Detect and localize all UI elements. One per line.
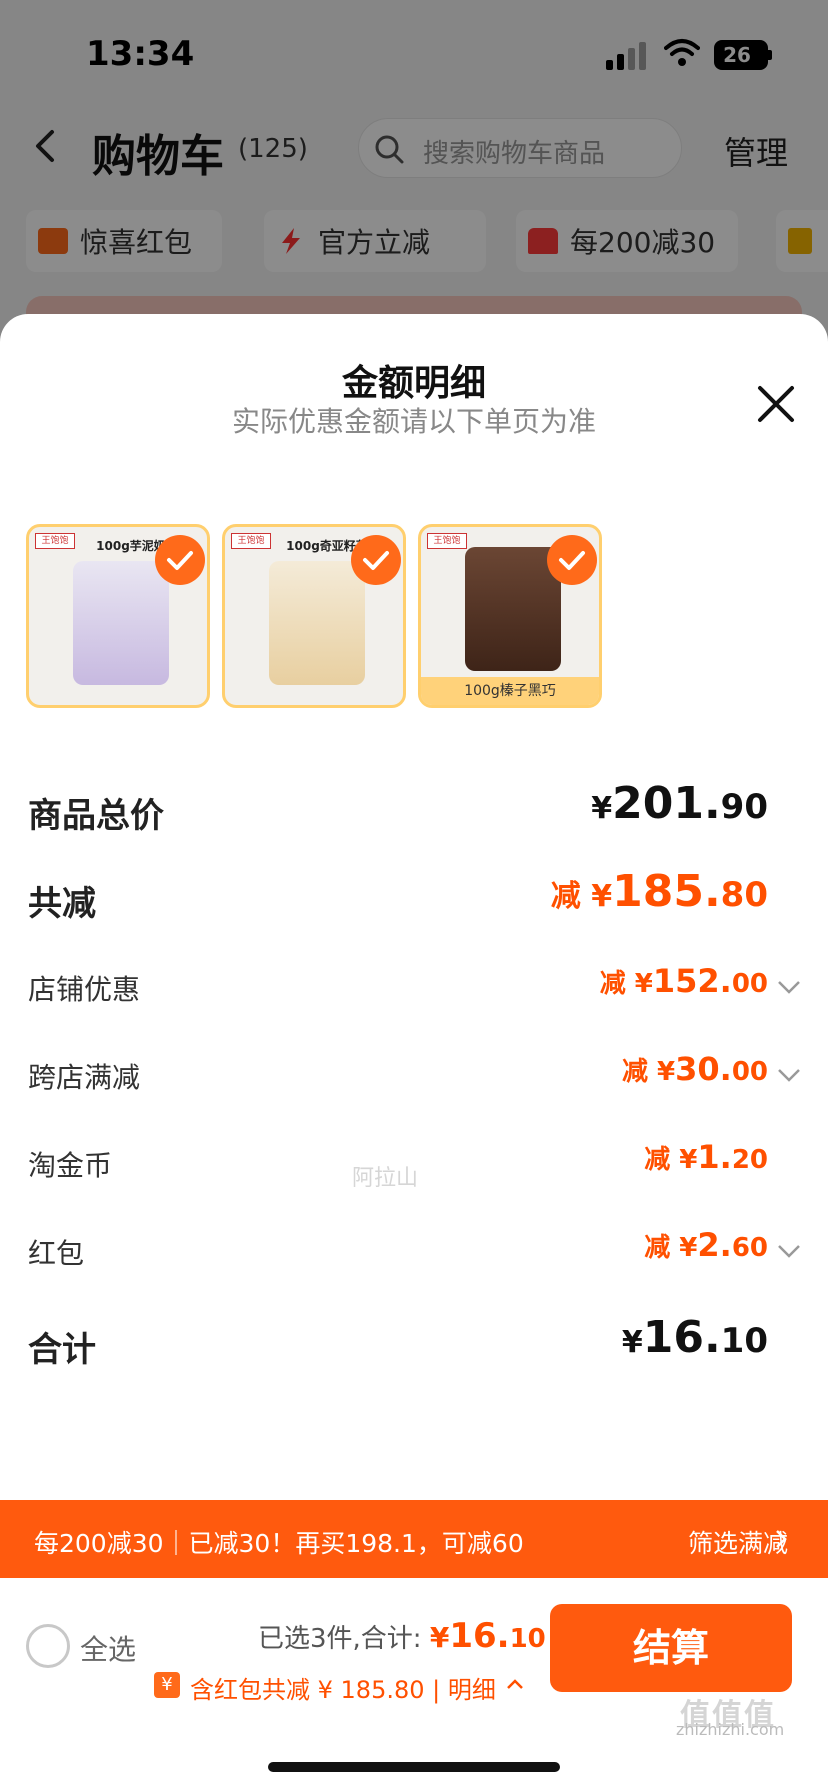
brand-logo: 王饱饱: [427, 533, 467, 549]
brand-logo: 王饱饱: [231, 533, 271, 549]
check-icon[interactable]: [351, 535, 401, 585]
discount-prefix: 减: [644, 1145, 680, 1175]
select-all-radio[interactable]: [26, 1624, 70, 1668]
currency-symbol: ¥: [679, 1233, 698, 1263]
product-thumbnail[interactable]: 王饱饱 100g榛子黑巧: [418, 524, 602, 708]
promo-bar[interactable]: 每200减30｜已减30！再买198.1，可减60 筛选满减: [0, 1500, 828, 1578]
currency-symbol: ¥: [679, 1145, 698, 1175]
row-value-total-discount: 减 ¥185.80: [551, 866, 768, 917]
product-thumbnail[interactable]: 王饱饱 100g芋泥奶茶: [26, 524, 210, 708]
amount-decimal: 60: [731, 1233, 768, 1263]
row-label-store-discount: 店铺优惠: [28, 973, 141, 1006]
filter-full-discount-link[interactable]: 筛选满减: [688, 1524, 788, 1560]
chevron-up-icon[interactable]: [506, 1678, 524, 1690]
row-label-cross-store-discount: 跨店满减: [28, 1061, 141, 1094]
sheet-title: 金额明细: [341, 363, 486, 404]
amount-detail-sheet: 金额明细 实际优惠金额请以下单页为准 王饱饱 100g芋泥奶茶 王饱饱 100g…: [0, 314, 828, 1500]
product-caption: 100g榛子黑巧: [421, 677, 599, 705]
chevron-down-icon[interactable]: [776, 978, 802, 996]
row-label-taojinbi: 淘金币: [28, 1149, 113, 1182]
discount-prefix: 减: [644, 1233, 680, 1263]
redpacket-icon: ¥: [154, 1672, 180, 1698]
home-indicator[interactable]: [268, 1762, 560, 1772]
row-value-total-price: ¥201.90: [591, 778, 768, 829]
amount-integer: 185.: [612, 866, 721, 917]
amount-integer: 152.: [652, 962, 732, 1000]
discount-prefix: 减: [550, 879, 592, 914]
product-thumbnail[interactable]: 王饱饱 100g奇亚籽草莓: [222, 524, 406, 708]
chevron-down-icon[interactable]: [776, 1242, 802, 1260]
amount-decimal: 00: [731, 1057, 768, 1087]
amount-integer: 1.: [697, 1138, 732, 1176]
discount-detail-link[interactable]: 含红包共减 ¥ 185.80 | 明细: [190, 1670, 496, 1705]
discount-prefix: 减: [599, 969, 635, 999]
close-icon[interactable]: [754, 382, 798, 426]
check-icon[interactable]: [155, 535, 205, 585]
row-value-redpacket[interactable]: 减 ¥2.60: [644, 1226, 768, 1264]
checkout-bar: 全选 已选3件,合计: ¥16.10 ¥ 含红包共减 ¥ 185.80 | 明细…: [0, 1578, 828, 1792]
currency-symbol: ¥: [634, 969, 653, 999]
amount-decimal: 10: [720, 1321, 768, 1361]
select-all-label[interactable]: 全选: [80, 1628, 136, 1668]
check-icon[interactable]: [547, 535, 597, 585]
checkout-button[interactable]: 结算: [550, 1604, 792, 1692]
site-url: zhizhizhi.com: [676, 1720, 785, 1739]
currency-symbol: ¥: [591, 879, 613, 914]
selected-summary: 已选3件,合计: ¥16.10: [258, 1616, 546, 1656]
watermark: 阿拉山: [352, 1166, 419, 1191]
sheet-subtitle: 实际优惠金额请以下单页为准: [231, 405, 596, 438]
amount-decimal: 80: [720, 875, 768, 915]
amount-decimal: 20: [731, 1145, 768, 1175]
row-value-cross-store-discount[interactable]: 减 ¥30.00: [622, 1050, 768, 1088]
amount-integer: 16.: [642, 1312, 721, 1363]
promo-text: 每200减30｜已减30！再买198.1，可减60: [34, 1529, 524, 1558]
chevron-right-icon: [776, 1530, 787, 1548]
row-label-total-discount: 共减: [28, 884, 96, 924]
total-integer: 16.: [449, 1616, 510, 1656]
amount-integer: 30.: [675, 1050, 732, 1088]
row-value-sum: ¥16.10: [622, 1312, 768, 1363]
brand-logo: 王饱饱: [35, 533, 75, 549]
row-label-sum: 合计: [28, 1330, 96, 1370]
total-decimal: 10: [509, 1624, 546, 1654]
amount-integer: 2.: [697, 1226, 732, 1264]
chevron-down-icon[interactable]: [776, 1066, 802, 1084]
currency-symbol: ¥: [657, 1057, 676, 1087]
row-label-redpacket: 红包: [28, 1237, 85, 1270]
row-value-store-discount[interactable]: 减 ¥152.00: [600, 962, 768, 1000]
amount-decimal: 00: [731, 969, 768, 999]
discount-prefix: 减: [621, 1057, 658, 1087]
currency-symbol: ¥: [621, 1325, 643, 1360]
currency-symbol: ¥: [429, 1621, 450, 1654]
amount-decimal: 90: [720, 787, 768, 827]
amount-integer: 201.: [612, 778, 721, 829]
row-value-taojinbi: 减 ¥1.20: [644, 1138, 768, 1176]
selected-count: 已选3件,合计:: [258, 1624, 422, 1654]
currency-symbol: ¥: [591, 791, 613, 826]
row-label-total-price: 商品总价: [28, 796, 164, 836]
